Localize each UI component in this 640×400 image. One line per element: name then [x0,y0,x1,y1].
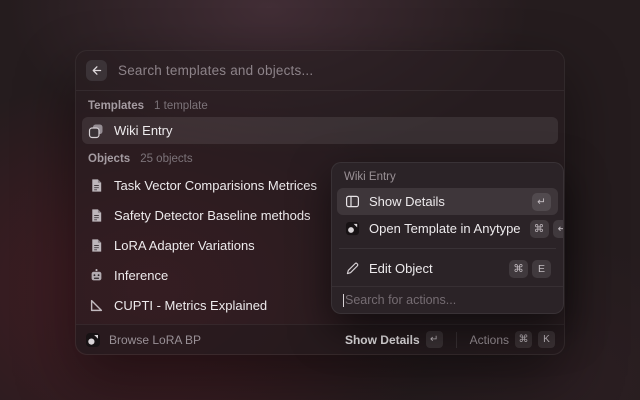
footer-context: Browse LoRA BP [85,332,337,348]
context-menu: Wiki Entry Show Details ↵ Open Template … [331,162,564,314]
robot-icon [88,267,104,283]
triangle-ruler-icon [88,297,104,313]
show-details-action[interactable]: Show Details ↵ [345,331,443,348]
templates-section-label: Templates [88,100,144,112]
cmd-keycap: ⌘ [515,331,532,348]
menu-item-label: Show Details [369,194,523,209]
k-keycap: K [538,331,555,348]
return-keycap: ↵ [553,220,563,238]
anytype-logo-icon [344,221,360,237]
actions-search-placeholder: Search for actions... [345,293,456,307]
objects-section-label: Objects [88,153,130,165]
sidebar-panel-icon [344,194,360,210]
list-item-label: CUPTI - Metrics Explained [114,298,267,313]
document-icon [88,177,104,193]
list-item-wiki-entry[interactable]: Wiki Entry [82,117,558,144]
menu-item-show-details[interactable]: Show Details ↵ [337,188,558,215]
cmd-keycap: ⌘ [530,220,549,238]
templates-section-header: Templates 1 template [76,91,564,117]
actions-button[interactable]: Actions ⌘ K [470,331,555,348]
menu-item-open-template[interactable]: Open Template in Anytype ⌘ ↵ [337,215,558,242]
footer-bar: Browse LoRA BP Show Details ↵ Actions ⌘ … [76,324,564,354]
text-caret [343,294,344,307]
search-input[interactable]: Search templates and objects... [118,63,554,78]
menu-divider [339,248,556,249]
menu-item-edit-object[interactable]: Edit Object ⌘ E [337,255,558,282]
menu-item-label: Open Template in Anytype [369,221,521,236]
context-menu-items: Show Details ↵ Open Template in Anytype … [332,186,563,286]
show-details-label: Show Details [345,333,420,347]
list-item-label: Inference [114,268,168,283]
template-icon [88,123,104,139]
document-icon [88,237,104,253]
actions-search-input[interactable]: Search for actions... [332,286,563,313]
arrow-left-icon [89,63,105,79]
list-item-label: Task Vector Comparisions Metrices [114,178,317,193]
footer-context-label: Browse LoRA BP [109,333,201,347]
return-keycap: ↵ [426,331,443,348]
context-menu-title: Wiki Entry [332,163,563,186]
e-keycap: E [532,260,551,278]
list-item-label: Safety Detector Baseline methods [114,208,311,223]
list-item-label: Wiki Entry [114,123,173,138]
anytype-logo-icon [85,332,101,348]
actions-label: Actions [470,333,509,347]
footer-divider [456,332,457,348]
list-item-label: LoRA Adapter Variations [114,238,255,253]
search-header: Search templates and objects... [76,51,564,91]
objects-section-count: 25 objects [140,153,192,165]
return-keycap: ↵ [532,193,551,211]
pencil-icon [344,261,360,277]
menu-item-label: Edit Object [369,261,500,276]
cmd-keycap: ⌘ [509,260,528,278]
back-button[interactable] [86,60,107,81]
templates-section-count: 1 template [154,100,208,112]
document-icon [88,207,104,223]
